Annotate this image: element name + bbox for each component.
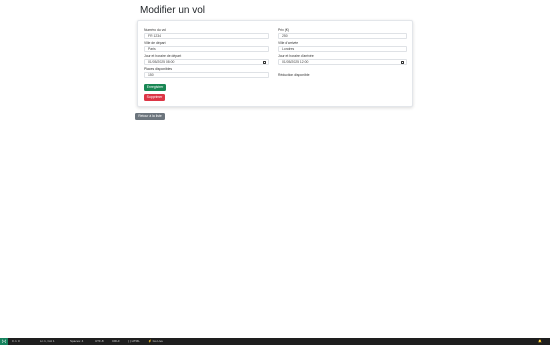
seats-input[interactable]: 150 xyxy=(144,72,269,78)
page-title: Modifier un vol xyxy=(140,5,206,16)
back-to-list-button[interactable]: Retour à la liste xyxy=(135,113,165,120)
page: Modifier un vol Numéro du vol FR 1234 Pr… xyxy=(0,0,550,345)
departure-datetime-label: Jour et horaire de départ xyxy=(144,54,182,58)
bell-icon[interactable]: 🔔 xyxy=(538,338,542,345)
edit-flight-form: Numéro du vol FR 1234 Prix (€) 250 Ville… xyxy=(137,20,413,107)
status-language[interactable]: { } HTML xyxy=(128,338,140,345)
delete-button[interactable]: Supprimer xyxy=(144,94,165,101)
arrival-datetime-label: Jour et horaire d'arrivée xyxy=(278,54,314,58)
status-indentation[interactable]: Spaces: 4 xyxy=(70,338,83,345)
departure-city-label: Ville de départ xyxy=(144,41,166,45)
calendar-icon[interactable] xyxy=(400,60,404,64)
status-eol[interactable]: CRLF xyxy=(112,338,120,345)
flight-number-input[interactable]: FR 1234 xyxy=(144,33,269,39)
status-problems[interactable]: 0 ⚠ 0 xyxy=(12,338,20,345)
status-bar: ❯❮ 0 ⚠ 0 Ln 1, Col 1 Spaces: 4 UTF-8 CRL… xyxy=(0,338,550,345)
departure-datetime-input[interactable]: 01/05/2025 08:00 xyxy=(144,59,269,65)
status-cursor-position[interactable]: Ln 1, Col 1 xyxy=(40,338,55,345)
flight-number-label: Numéro du vol xyxy=(144,28,167,32)
calendar-icon[interactable] xyxy=(262,60,266,64)
arrival-datetime-input[interactable]: 01/05/2025 12:00 xyxy=(278,59,407,65)
seats-label: Places disponibles xyxy=(144,67,173,71)
arrival-datetime-value: 01/05/2025 12:00 xyxy=(282,60,309,64)
arrival-city-input[interactable]: Londres xyxy=(278,46,407,52)
departure-city-input[interactable]: Paris xyxy=(144,46,269,52)
status-encoding[interactable]: UTF-8 xyxy=(95,338,104,345)
remote-icon[interactable]: ❯❮ xyxy=(0,338,8,345)
arrival-city-label: Ville d'arrivée xyxy=(278,41,299,45)
departure-datetime-value: 01/05/2025 08:00 xyxy=(148,60,175,64)
status-go-live[interactable]: ⚡ Go Live xyxy=(148,338,163,345)
price-label: Prix (€) xyxy=(278,28,289,32)
save-button[interactable]: Enregistrer xyxy=(144,84,166,91)
price-input[interactable]: 250 xyxy=(278,33,407,39)
reduction-label: Réduction disponible xyxy=(278,73,310,77)
